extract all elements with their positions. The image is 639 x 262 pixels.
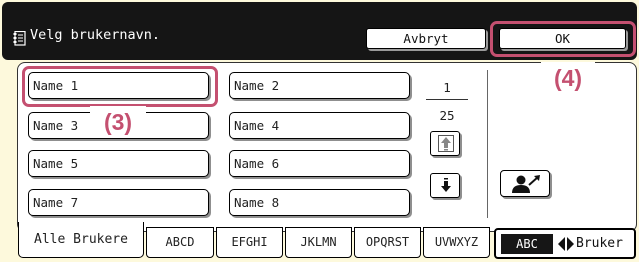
user-name-button-1[interactable]: Name 1 <box>28 72 209 99</box>
scroll-up-button[interactable] <box>430 131 460 156</box>
panel-divider <box>487 70 488 218</box>
page-total: 25 <box>439 108 455 123</box>
user-name-button-5[interactable]: Name 5 <box>28 150 209 177</box>
toggle-abc-option[interactable]: ABC <box>501 234 553 254</box>
callout-label-names: (3) <box>90 106 146 138</box>
user-select-icon <box>512 175 540 193</box>
user-name-button-2[interactable]: Name 2 <box>229 72 410 99</box>
toggle-user-option[interactable]: Bruker <box>576 234 623 254</box>
tab-opqrst[interactable]: OPQRST <box>354 227 421 258</box>
ok-button[interactable]: OK <box>499 28 626 49</box>
tab-efghi[interactable]: EFGHI <box>216 227 283 258</box>
tab-abcd[interactable]: ABCD <box>146 227 214 258</box>
page-title: Velg brukernavn. <box>30 27 161 43</box>
user-name-button-6[interactable]: Name 6 <box>229 150 410 177</box>
scroll-down-button[interactable] <box>430 173 460 198</box>
arrow-down-icon <box>441 178 451 192</box>
user-name-button-8[interactable]: Name 8 <box>229 189 410 216</box>
login-user-select-screen: Velg brukernavn. Avbryt OK Name 1 Name 2… <box>0 0 639 262</box>
tab-all-users[interactable]: Alle Brukere <box>18 222 144 258</box>
user-name-button-7[interactable]: Name 7 <box>28 189 209 216</box>
tab-jklmn[interactable]: JKLMN <box>285 227 352 258</box>
abc-user-toggle: ABC Bruker <box>494 228 636 259</box>
user-name-button-4[interactable]: Name 4 <box>229 112 410 139</box>
tab-uvwxyz[interactable]: UVWXYZ <box>423 227 490 258</box>
page-current: 1 <box>443 80 451 95</box>
cancel-button[interactable]: Avbryt <box>366 28 486 49</box>
page-divider-line <box>426 99 468 100</box>
address-book-icon <box>13 31 26 46</box>
user-select-button[interactable] <box>500 170 550 197</box>
arrow-up-icon <box>438 135 454 152</box>
callout-label-ok: (4) <box>541 62 595 94</box>
swap-arrows-icon <box>558 237 574 251</box>
